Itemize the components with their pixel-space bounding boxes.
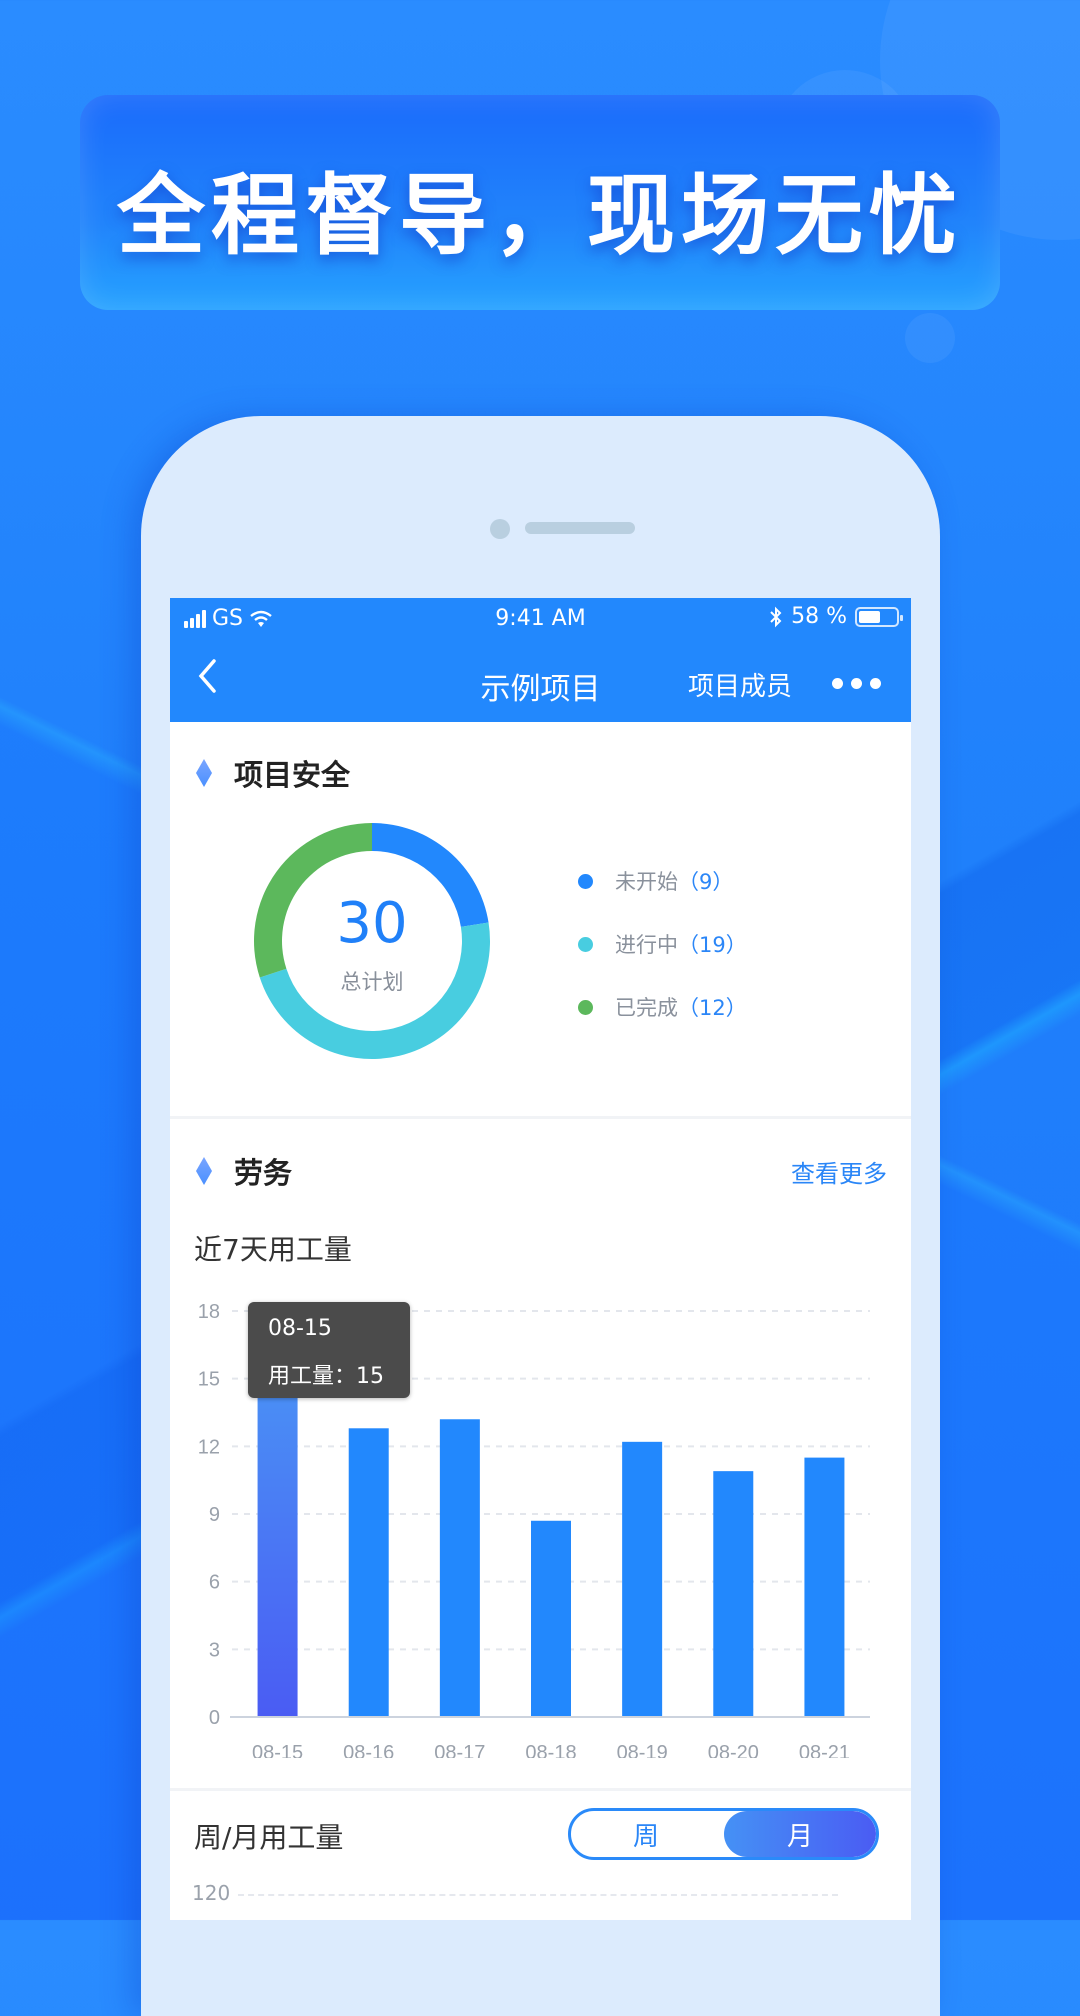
battery-level [859, 610, 880, 623]
tooltip-value: 用工量：15 [268, 1364, 384, 1389]
bar-08-17[interactable] [439, 1419, 480, 1717]
y-tick-label: 18 [198, 1301, 220, 1323]
toggle-week[interactable]: 周 [571, 1811, 721, 1857]
period-usage-title: 周/月用工量 [194, 1821, 344, 1854]
y-tick-label: 3 [209, 1639, 220, 1661]
y-tick-label: 6 [209, 1572, 220, 1594]
safety-title: 项目安全 [234, 758, 351, 792]
bar-08-21[interactable] [804, 1457, 845, 1717]
period-chart-gridline [238, 1894, 838, 1896]
toggle-month[interactable]: 月 [724, 1811, 876, 1857]
y-tick-label: 0 [209, 1707, 220, 1729]
tooltip-date: 08-15 [268, 1316, 332, 1341]
safety-section-header: 项目安全 [196, 752, 350, 794]
week-month-toggle: 周 月 [568, 1808, 879, 1860]
more-button[interactable] [832, 666, 881, 689]
x-tick-label: 08-20 [708, 1742, 759, 1758]
diamond-icon [196, 759, 212, 787]
legend-dot [578, 873, 593, 889]
bar-08-19[interactable] [622, 1441, 663, 1717]
x-tick-label: 08-17 [434, 1742, 485, 1758]
x-tick-label: 08-21 [799, 1742, 850, 1758]
labor-section-header: 劳务 [196, 1150, 292, 1192]
legend-item-in-progress: 进行中（19） [578, 929, 747, 959]
phone-camera [490, 519, 510, 539]
legend-dot [578, 999, 593, 1015]
battery-percent: 58 % [791, 604, 847, 629]
view-more-link[interactable]: 查看更多 [791, 1154, 887, 1189]
x-tick-label: 08-18 [525, 1742, 576, 1758]
recent-7days-title: 近7天用工量 [194, 1233, 352, 1266]
phone-speaker [525, 522, 635, 534]
battery-icon [855, 606, 903, 627]
legend-item-completed: 已完成（12） [578, 992, 747, 1022]
x-tick-label: 08-19 [617, 1742, 668, 1758]
y-tick-label: 15 [198, 1369, 220, 1391]
legend-item-not-started: 未开始（9） [578, 866, 733, 896]
bar-08-18[interactable] [531, 1520, 571, 1717]
promo-banner: 全程督导，现场无忧 [80, 95, 1000, 310]
status-right: 58 % [769, 604, 903, 629]
period-chart-y-tick: 120 [192, 1881, 231, 1905]
top-bar: GS 9:41 AM 58 % 示例项目 项目成员 [170, 598, 911, 722]
labor-title: 劳务 [234, 1156, 293, 1190]
bluetooth-icon [770, 606, 782, 627]
section-divider [170, 1788, 911, 1791]
diamond-icon [196, 1157, 212, 1185]
x-tick-label: 08-16 [343, 1742, 394, 1758]
chart-tooltip: 08-15 用工量：15 [248, 1302, 410, 1398]
y-tick-label: 12 [198, 1436, 220, 1458]
page-title: 示例项目 [480, 672, 601, 707]
bar-08-15[interactable] [257, 1378, 298, 1717]
app-screen: GS 9:41 AM 58 % 示例项目 项目成员 项目安全 30 总计划 未开… [170, 598, 911, 1920]
legend-dot [578, 936, 593, 952]
x-tick-label: 08-15 [252, 1742, 303, 1758]
more-dots-icon [832, 678, 843, 689]
project-members-button[interactable]: 项目成员 [688, 666, 792, 703]
y-tick-label: 9 [209, 1504, 220, 1526]
donut-total-label: 总计划 [340, 970, 404, 994]
bar-08-16[interactable] [348, 1428, 389, 1717]
bar-08-20[interactable] [713, 1471, 754, 1717]
banner-title: 全程督导，现场无忧 [116, 164, 963, 267]
donut-total: 30 [336, 891, 408, 956]
section-divider [170, 1116, 911, 1119]
